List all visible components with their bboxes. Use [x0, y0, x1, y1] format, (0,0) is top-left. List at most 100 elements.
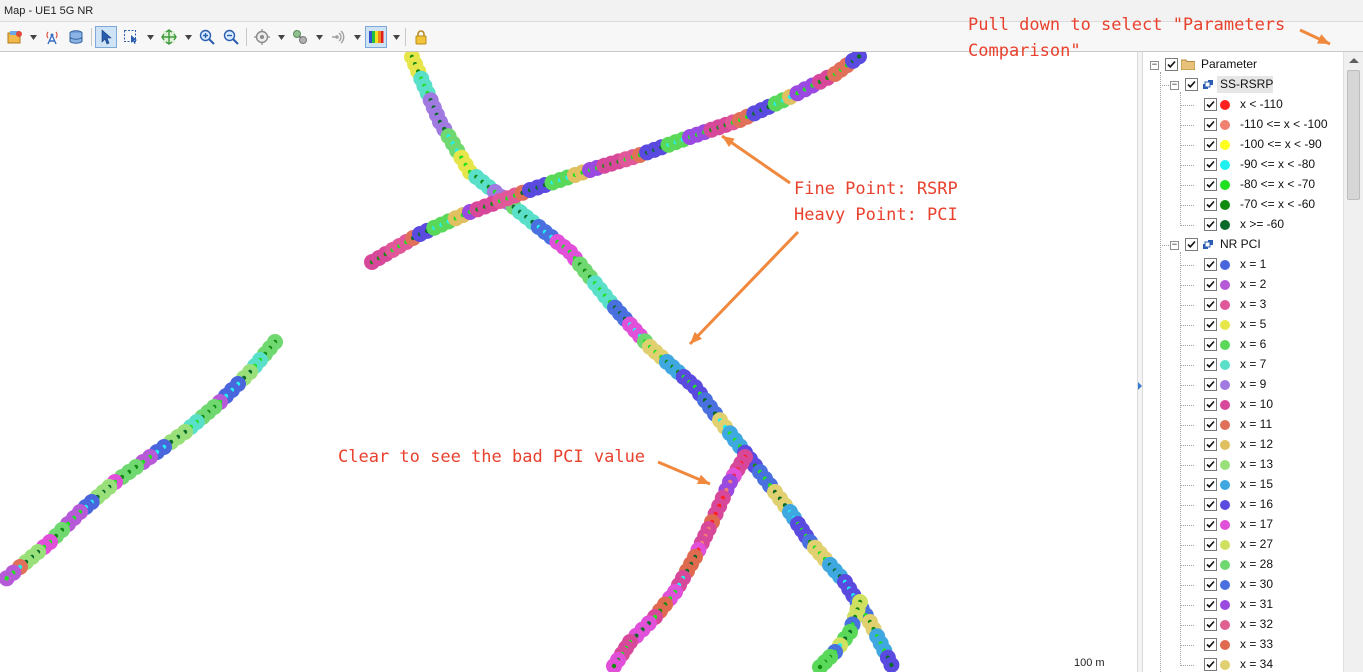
legend-item-row[interactable]: x = 11: [1143, 414, 1343, 434]
legend-item-label: x = 33: [1240, 637, 1274, 651]
legend-item-row[interactable]: x = 10: [1143, 394, 1343, 414]
legend-item-checkbox[interactable]: [1204, 138, 1217, 151]
legend-item-label: x = 27: [1240, 537, 1274, 551]
legend-color-dot: [1220, 400, 1230, 410]
zoom-in-icon[interactable]: [196, 26, 218, 48]
legend-item-checkbox[interactable]: [1204, 398, 1217, 411]
legend-scrollbar[interactable]: [1343, 52, 1363, 672]
legend-item-row[interactable]: x = 15: [1143, 474, 1343, 494]
legend-item-checkbox[interactable]: [1204, 198, 1217, 211]
collapse-toggle-icon[interactable]: −: [1170, 241, 1179, 250]
legend-item-checkbox[interactable]: [1204, 598, 1217, 611]
legend-item-checkbox[interactable]: [1204, 338, 1217, 351]
route-dropdown-arrow[interactable]: [316, 35, 323, 40]
rsrp-point: [817, 664, 823, 670]
legend-item-row[interactable]: x = 1: [1143, 254, 1343, 274]
legend-item-checkbox[interactable]: [1204, 558, 1217, 571]
tree-group-row[interactable]: − NR PCI: [1143, 234, 1343, 254]
select-arrow-icon[interactable]: [95, 26, 117, 48]
legend-item-row[interactable]: x = 17: [1143, 514, 1343, 534]
legend-item-row[interactable]: x = 33: [1143, 634, 1343, 654]
legend-item-row[interactable]: x = 16: [1143, 494, 1343, 514]
layer-dropdown-arrow[interactable]: [30, 35, 37, 40]
legend-item-row[interactable]: -80 <= x < -70: [1143, 174, 1343, 194]
legend-item-checkbox[interactable]: [1204, 358, 1217, 371]
legend-item-row[interactable]: x = 27: [1143, 534, 1343, 554]
legend-item-row[interactable]: x = 12: [1143, 434, 1343, 454]
legend-item-row[interactable]: x = 6: [1143, 334, 1343, 354]
tree-connector: [1180, 225, 1194, 226]
zoom-out-icon[interactable]: [220, 26, 242, 48]
map-canvas[interactable]: [0, 52, 1137, 672]
tree-group-label: NR PCI: [1220, 237, 1261, 251]
legend-item-checkbox[interactable]: [1204, 438, 1217, 451]
legend-item-row[interactable]: -90 <= x < -80: [1143, 154, 1343, 174]
legend-item-row[interactable]: x = 28: [1143, 554, 1343, 574]
legend-item-checkbox[interactable]: [1204, 258, 1217, 271]
legend-item-row[interactable]: x = 30: [1143, 574, 1343, 594]
legend-item-row[interactable]: x >= -60: [1143, 214, 1343, 234]
legend-item-row[interactable]: x = 2: [1143, 274, 1343, 294]
legend-item-row[interactable]: x = 3: [1143, 294, 1343, 314]
legend-item-row[interactable]: -100 <= x < -90: [1143, 134, 1343, 154]
collapse-toggle-icon[interactable]: −: [1170, 81, 1179, 90]
legend-item-checkbox[interactable]: [1204, 378, 1217, 391]
legend-item-checkbox[interactable]: [1204, 98, 1217, 111]
legend-item-row[interactable]: x = 5: [1143, 314, 1343, 334]
legend-item-checkbox[interactable]: [1204, 178, 1217, 191]
parameter-legend-tree: − Parameter − SS-RSRP x < -110 -110 <= x < -1…: [1143, 52, 1343, 672]
undefined: [606, 449, 753, 672]
legend-item-checkbox[interactable]: [1204, 538, 1217, 551]
scroll-up-icon[interactable]: [1349, 58, 1359, 63]
expand-panel-icon[interactable]: [1138, 382, 1142, 390]
legend-item-checkbox[interactable]: [1204, 278, 1217, 291]
signal-dropdown-arrow[interactable]: [354, 35, 361, 40]
locate-target-icon[interactable]: [251, 26, 273, 48]
legend-item-checkbox[interactable]: [1204, 318, 1217, 331]
database-icon[interactable]: [65, 26, 87, 48]
legend-dropdown-arrow[interactable]: [393, 35, 400, 40]
legend-item-row[interactable]: x = 34: [1143, 654, 1343, 672]
legend-item-label: x = 30: [1240, 577, 1274, 591]
legend-item-checkbox[interactable]: [1204, 498, 1217, 511]
legend-item-checkbox[interactable]: [1204, 418, 1217, 431]
group-checkbox[interactable]: [1185, 238, 1198, 251]
legend-item-row[interactable]: -70 <= x < -60: [1143, 194, 1343, 214]
tree-group-row[interactable]: − SS-RSRP: [1143, 74, 1343, 94]
legend-item-checkbox[interactable]: [1204, 218, 1217, 231]
legend-item-checkbox[interactable]: [1204, 658, 1217, 671]
legend-item-row[interactable]: x = 13: [1143, 454, 1343, 474]
rsrp-point: [856, 54, 862, 59]
pan-dropdown-arrow[interactable]: [185, 35, 192, 40]
legend-item-row[interactable]: x < -110: [1143, 94, 1343, 114]
legend-item-checkbox[interactable]: [1204, 118, 1217, 131]
base-station-icon[interactable]: [41, 26, 63, 48]
tree-connector: [1180, 645, 1194, 646]
legend-item-label: x = 6: [1240, 337, 1267, 351]
legend-item-checkbox[interactable]: [1204, 158, 1217, 171]
legend-item-checkbox[interactable]: [1204, 298, 1217, 311]
legend-item-row[interactable]: x = 31: [1143, 594, 1343, 614]
pan-map-icon[interactable]: [158, 26, 180, 48]
legend-item-checkbox[interactable]: [1204, 578, 1217, 591]
select-dropdown-arrow[interactable]: [147, 35, 154, 40]
scroll-thumb[interactable]: [1347, 70, 1360, 200]
lock-icon[interactable]: [410, 26, 432, 48]
legend-colors-icon[interactable]: [365, 26, 387, 48]
legend-item-checkbox[interactable]: [1204, 618, 1217, 631]
tree-connector: [1180, 165, 1194, 166]
legend-item-row[interactable]: x = 9: [1143, 374, 1343, 394]
signal-icon[interactable]: [327, 26, 349, 48]
locate-dropdown-arrow[interactable]: [278, 35, 285, 40]
select-region-icon[interactable]: [120, 26, 142, 48]
legend-item-checkbox[interactable]: [1204, 478, 1217, 491]
layer-manager-icon[interactable]: [4, 26, 26, 48]
group-checkbox[interactable]: [1185, 78, 1198, 91]
legend-item-row[interactable]: x = 32: [1143, 614, 1343, 634]
route-icon[interactable]: [289, 26, 311, 48]
legend-item-checkbox[interactable]: [1204, 638, 1217, 651]
legend-item-checkbox[interactable]: [1204, 458, 1217, 471]
legend-item-row[interactable]: -110 <= x < -100: [1143, 114, 1343, 134]
legend-item-checkbox[interactable]: [1204, 518, 1217, 531]
legend-item-row[interactable]: x = 7: [1143, 354, 1343, 374]
